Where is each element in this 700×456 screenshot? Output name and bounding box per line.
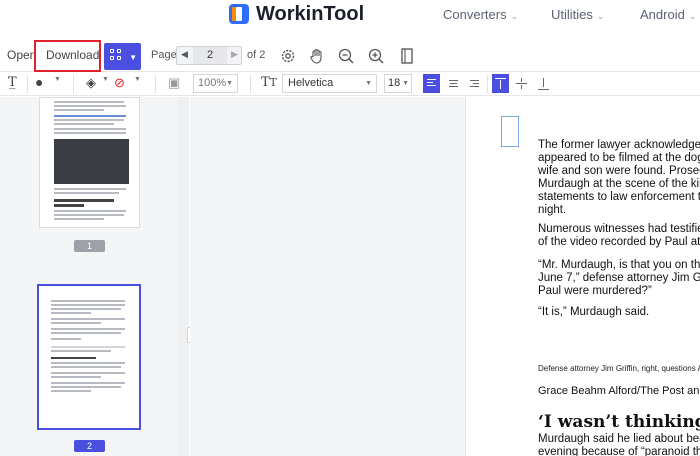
align-top-button[interactable] bbox=[492, 74, 509, 93]
thumbnail-view-button[interactable]: ▼ bbox=[104, 43, 141, 70]
divider bbox=[487, 75, 488, 93]
open-button[interactable]: Open bbox=[7, 48, 36, 62]
page-number-input[interactable]: 2 bbox=[193, 47, 227, 64]
site-header: WorkinTool Converters ⌄ Utilities ⌄ Androi… bbox=[0, 0, 700, 36]
font-size-select[interactable]: 18 ▼ bbox=[384, 74, 412, 93]
caret-down-icon[interactable]: ▼ bbox=[102, 76, 109, 83]
nav-utilities-label: Utilities bbox=[551, 7, 593, 22]
zoom-out-icon[interactable] bbox=[336, 46, 356, 66]
brand-name[interactable]: WorkinTool bbox=[256, 3, 364, 26]
format-toolbar: T̲ ● ▼ ◈ ▼ ⊘ ▼ ▣ 100% ▼ TT Helvetica ▼ 1… bbox=[0, 72, 700, 96]
caret-down-icon: ▼ bbox=[129, 53, 137, 62]
align-left-button[interactable] bbox=[423, 74, 440, 93]
document-page[interactable]: The former lawyer acknowledge appeared t… bbox=[465, 97, 700, 456]
download-button[interactable]: Download bbox=[46, 48, 99, 62]
divider bbox=[27, 75, 28, 93]
photo-credit[interactable]: Grace Beahm Alford/The Post and bbox=[538, 385, 700, 397]
sidebar-scrollbar[interactable] bbox=[177, 97, 189, 456]
paragraph-4[interactable]: “It is,” Murdaugh said. bbox=[538, 306, 700, 319]
caret-down-icon[interactable]: ▼ bbox=[54, 76, 61, 83]
align-center-button[interactable] bbox=[445, 74, 462, 93]
font-size-value: 18 bbox=[388, 77, 401, 89]
settings-gear-icon[interactable] bbox=[278, 46, 298, 66]
align-bottom-button[interactable] bbox=[535, 74, 552, 93]
font-size-icon[interactable]: TT bbox=[261, 75, 277, 90]
caret-down-icon: ▼ bbox=[226, 80, 233, 87]
grid-icon bbox=[110, 56, 114, 60]
thumbnail-photo bbox=[54, 139, 129, 184]
opacity-icon[interactable]: ▣ bbox=[168, 75, 180, 91]
nav-converters[interactable]: Converters ⌄ bbox=[443, 7, 518, 22]
page-number-badge-2[interactable]: 2 bbox=[74, 440, 105, 452]
caret-down-icon: ▼ bbox=[365, 80, 372, 87]
page-number-badge-1[interactable]: 1 bbox=[74, 240, 105, 252]
photo-caption[interactable]: Defense attorney Jim Griffin, right, que… bbox=[538, 364, 700, 373]
page-thumbnail-2[interactable] bbox=[37, 284, 141, 430]
grid-icon bbox=[117, 56, 121, 60]
paragraph-5[interactable]: Murdaugh said he lied about bei evening … bbox=[538, 433, 700, 456]
divider bbox=[250, 75, 251, 93]
page-thumbnail-1[interactable] bbox=[39, 97, 140, 228]
chevron-down-icon: ⌄ bbox=[510, 11, 519, 21]
zoom-select[interactable]: 100% ▼ bbox=[193, 74, 238, 93]
chevron-down-icon: ⌄ bbox=[596, 11, 605, 21]
zoom-value: 100% bbox=[198, 77, 227, 89]
font-family-value: Helvetica bbox=[288, 77, 334, 89]
text-box-marker[interactable] bbox=[501, 116, 519, 147]
caret-down-icon: ▼ bbox=[402, 80, 409, 87]
page-count: of 2 bbox=[247, 49, 266, 61]
align-middle-button[interactable] bbox=[513, 74, 530, 93]
divider bbox=[73, 75, 74, 93]
page-navigator: ◀ 2 ▶ bbox=[176, 46, 242, 65]
page-label: Page bbox=[151, 49, 177, 61]
next-page-icon[interactable]: ▶ bbox=[231, 49, 238, 60]
paragraph-2[interactable]: Numerous witnesses had testifie of the v… bbox=[538, 223, 700, 249]
hand-pan-icon[interactable] bbox=[307, 46, 327, 66]
workintool-logo-icon[interactable] bbox=[229, 4, 249, 24]
prev-page-icon[interactable]: ◀ bbox=[181, 49, 188, 60]
no-fill-icon[interactable]: ⊘ bbox=[114, 75, 125, 91]
text-tool-icon[interactable]: T̲ bbox=[8, 75, 17, 90]
nav-android[interactable]: Android ⌄ bbox=[640, 7, 696, 22]
fit-page-icon[interactable] bbox=[397, 46, 417, 66]
paragraph-3[interactable]: “Mr. Murdaugh, is that you on th June 7,… bbox=[538, 259, 700, 298]
grid-icon bbox=[117, 49, 121, 53]
section-heading[interactable]: ‘I wasn’t thinking clearly bbox=[538, 412, 700, 432]
caret-down-icon[interactable]: ▼ bbox=[134, 76, 141, 83]
main-toolbar: Open Download ▼ Page ◀ 2 ▶ of 2 bbox=[0, 40, 700, 72]
text-color-icon[interactable]: ● bbox=[35, 74, 43, 90]
chevron-down-icon: ⌄ bbox=[688, 11, 697, 21]
fill-bucket-icon[interactable]: ◈ bbox=[86, 75, 96, 91]
grid-icon bbox=[110, 49, 114, 53]
nav-converters-label: Converters bbox=[443, 7, 507, 22]
font-family-select[interactable]: Helvetica ▼ bbox=[282, 74, 377, 93]
paragraph-1[interactable]: The former lawyer acknowledge appeared t… bbox=[538, 139, 700, 217]
zoom-in-icon[interactable] bbox=[366, 46, 386, 66]
divider bbox=[155, 75, 156, 93]
nav-android-label: Android bbox=[640, 7, 685, 22]
align-right-button[interactable] bbox=[466, 74, 483, 93]
nav-utilities[interactable]: Utilities ⌄ bbox=[551, 7, 604, 22]
